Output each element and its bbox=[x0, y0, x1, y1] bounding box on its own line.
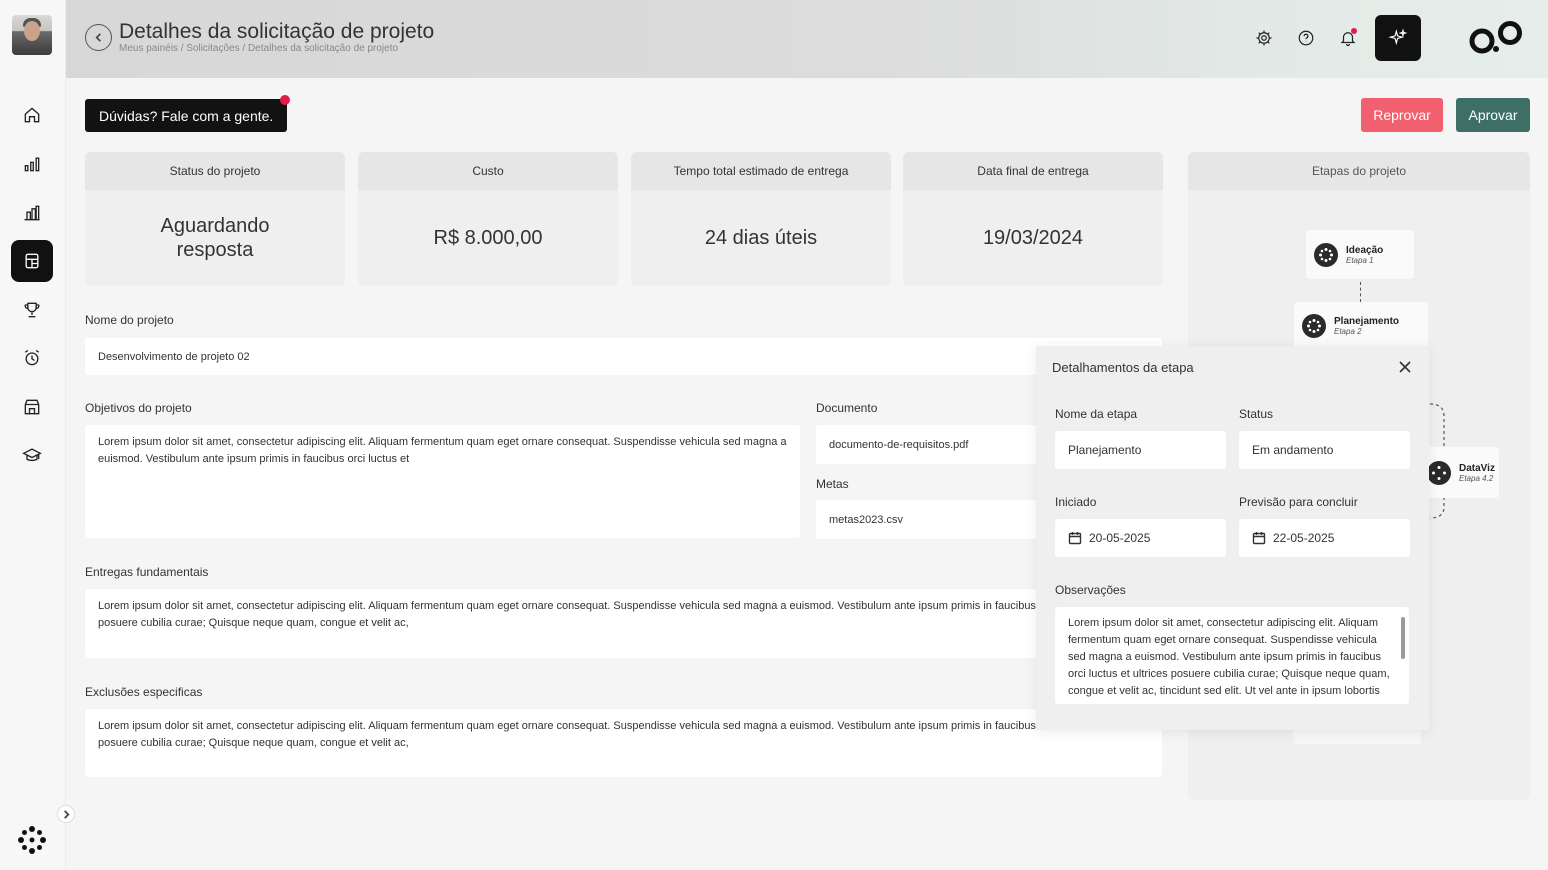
chevron-left-icon bbox=[95, 33, 101, 42]
stage-node[interactable]: DataViz Etapa 4.2 bbox=[1419, 447, 1499, 498]
chevron-right-icon bbox=[63, 809, 70, 819]
stage-name: DataViz bbox=[1459, 462, 1495, 474]
notes-label: Observações bbox=[1055, 583, 1126, 597]
deliveries-field[interactable]: Lorem ipsum dolor sit amet, consectetur … bbox=[85, 589, 1162, 658]
header: Detalhes da solicitação de projeto Meus … bbox=[66, 0, 1548, 78]
stage-step: Etapa 4.2 bbox=[1459, 473, 1494, 483]
stat-card-status: Status do projeto Aguardando resposta bbox=[85, 152, 345, 286]
started-label: Iniciado bbox=[1055, 495, 1097, 509]
stat-value: Aguardando resposta bbox=[160, 215, 270, 261]
project-name-field[interactable]: Desenvolvimento de projeto 02 bbox=[85, 338, 1162, 375]
stat-label: Data final de entrega bbox=[903, 152, 1163, 190]
breadcrumb[interactable]: Meus painéis / Solicitações / Detalhes d… bbox=[119, 43, 398, 54]
stage-node[interactable]: Planejamento Etapa 2 bbox=[1294, 302, 1428, 350]
brand-dots-icon[interactable] bbox=[18, 826, 46, 854]
alarm-clock-icon[interactable] bbox=[11, 337, 53, 379]
document-label: Documento bbox=[816, 401, 878, 415]
notes-field[interactable]: Lorem ipsum dolor sit amet, consectetur … bbox=[1055, 607, 1409, 704]
approve-button[interactable]: Aprovar bbox=[1456, 98, 1530, 132]
stat-label: Status do projeto bbox=[85, 152, 345, 190]
stage-step: Etapa 2 bbox=[1334, 327, 1362, 336]
project-name-label: Nome do projeto bbox=[85, 313, 174, 327]
stage-details-modal: Detalhamentos da etapa Nome da etapa Pla… bbox=[1036, 346, 1429, 730]
objectives-label: Objetivos do projeto bbox=[85, 401, 192, 415]
help-contact-label: Dúvidas? Fale com a gente. bbox=[99, 107, 274, 124]
stage-dots-icon bbox=[1314, 242, 1338, 267]
buildings-chart-icon[interactable] bbox=[11, 192, 53, 234]
layout-icon[interactable] bbox=[11, 240, 53, 282]
exclusions-label: Exclusões especificas bbox=[85, 685, 203, 699]
calendar-icon bbox=[1068, 532, 1082, 545]
status-label: Status bbox=[1239, 407, 1274, 421]
close-icon[interactable] bbox=[1397, 359, 1413, 375]
stat-value: 24 dias úteis bbox=[704, 227, 818, 249]
ai-sparkle-button[interactable] bbox=[1375, 15, 1421, 61]
goals-label: Metas bbox=[816, 477, 849, 491]
stat-card-cost: Custo R$ 8.000,00 bbox=[358, 152, 618, 286]
calendar-icon bbox=[1252, 532, 1266, 545]
deliveries-label: Entregas fundamentais bbox=[85, 565, 209, 579]
stage-dots-icon bbox=[1302, 314, 1326, 338]
forecast-label: Previsão para concluir bbox=[1239, 495, 1358, 509]
gear-icon[interactable] bbox=[1253, 27, 1275, 49]
stat-value: 19/03/2024 bbox=[982, 227, 1084, 249]
stage-dots-icon bbox=[1427, 460, 1451, 485]
stages-title: Etapas do projeto bbox=[1188, 152, 1530, 190]
stage-name: Ideação bbox=[1346, 244, 1384, 256]
notification-dot bbox=[1351, 28, 1357, 34]
stat-label: Tempo total estimado de entrega bbox=[631, 152, 891, 190]
sidebar-expand-button[interactable] bbox=[57, 805, 75, 823]
notes-value: Lorem ipsum dolor sit amet, consectetur … bbox=[1068, 617, 1390, 697]
bar-chart-icon[interactable] bbox=[11, 143, 53, 185]
forecast-date-field[interactable]: 22-05-2025 bbox=[1239, 519, 1410, 557]
trophy-icon[interactable] bbox=[11, 289, 53, 331]
stat-value: R$ 8.000,00 bbox=[433, 227, 543, 249]
sidebar bbox=[0, 0, 66, 870]
started-date-field[interactable]: 20-05-2025 bbox=[1055, 519, 1226, 557]
avatar[interactable] bbox=[12, 15, 52, 55]
stage-name-field[interactable]: Planejamento bbox=[1055, 431, 1226, 469]
exclusions-field[interactable]: Lorem ipsum dolor sit amet, consectetur … bbox=[85, 709, 1162, 777]
help-contact-button[interactable]: Dúvidas? Fale com a gente. bbox=[85, 95, 291, 132]
modal-title: Detalhamentos da etapa bbox=[1052, 360, 1194, 375]
reject-button[interactable]: Reprovar bbox=[1361, 98, 1443, 132]
objectives-field[interactable]: Lorem ipsum dolor sit amet, consectetur … bbox=[85, 425, 800, 538]
sparkle-icon bbox=[1388, 28, 1408, 46]
bell-icon[interactable] bbox=[1337, 27, 1359, 49]
stat-card-delivery-time: Tempo total estimado de entrega 24 dias … bbox=[631, 152, 891, 286]
store-icon[interactable] bbox=[11, 386, 53, 428]
stage-step: Etapa 1 bbox=[1346, 255, 1374, 265]
started-date-value: 20-05-2025 bbox=[1089, 531, 1151, 545]
stage-name-label: Nome da etapa bbox=[1055, 407, 1138, 421]
stage-connector bbox=[1360, 282, 1361, 302]
help-notification-dot bbox=[280, 95, 291, 105]
brand-logo-icon bbox=[1469, 21, 1522, 54]
home-icon[interactable] bbox=[11, 94, 53, 136]
scrollbar[interactable] bbox=[1401, 617, 1405, 659]
forecast-date-value: 22-05-2025 bbox=[1273, 531, 1335, 545]
stat-label: Custo bbox=[358, 152, 618, 190]
stat-card-final-date: Data final de entrega 19/03/2024 bbox=[903, 152, 1163, 286]
status-field[interactable]: Em andamento bbox=[1239, 431, 1410, 469]
page-title: Detalhes da solicitação de projeto bbox=[119, 20, 435, 43]
graduation-cap-icon[interactable] bbox=[11, 434, 53, 476]
back-button[interactable] bbox=[85, 24, 112, 51]
help-icon[interactable] bbox=[1295, 27, 1317, 49]
stage-name: Planejamento bbox=[1334, 316, 1400, 327]
stage-node[interactable]: Ideação Etapa 1 bbox=[1306, 230, 1414, 279]
